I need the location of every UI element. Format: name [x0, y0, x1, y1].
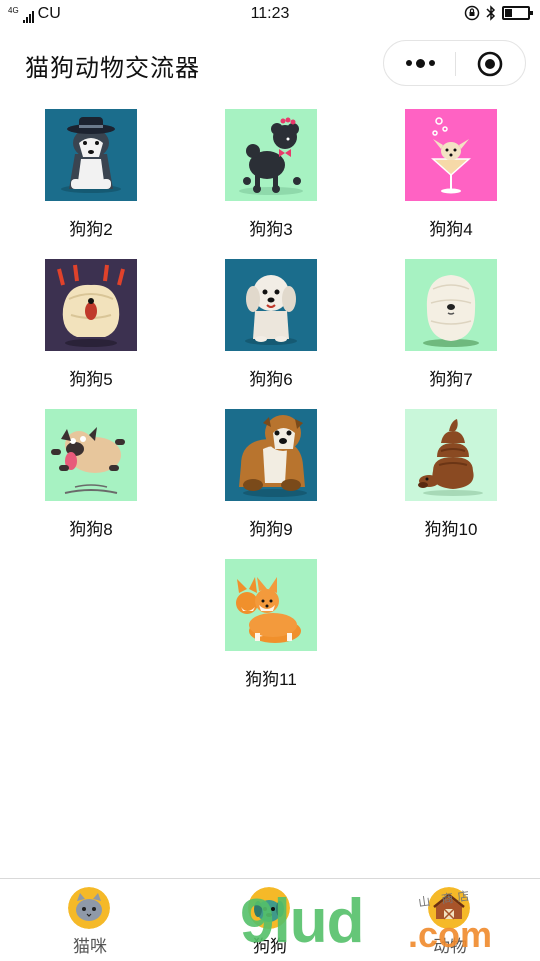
dog-label: 狗狗3: [249, 220, 293, 239]
dog-label: 狗狗7: [429, 370, 473, 389]
tab-bar: 猫咪 狗狗 动物: [0, 878, 540, 961]
battery-icon: [502, 6, 533, 20]
dog-face-icon: [248, 887, 290, 929]
cat-face-icon: [68, 887, 110, 929]
tab-label: 狗狗: [253, 937, 287, 956]
dog-label: 狗狗2: [69, 220, 113, 239]
dog-item-4[interactable]: 狗狗4: [360, 109, 540, 249]
close-miniprogram-button[interactable]: [477, 51, 503, 77]
shaggy-dog-barking-icon: [45, 259, 137, 351]
fluffy-white-dog-icon: [405, 259, 497, 351]
miniprogram-capsule: [383, 40, 526, 86]
more-button[interactable]: [402, 41, 438, 85]
dog-label: 狗狗11: [245, 670, 297, 689]
dog-item-6[interactable]: 狗狗6: [180, 259, 360, 399]
dog-label: 狗狗5: [69, 370, 113, 389]
dachshund-poop-icon: [405, 409, 497, 501]
dog-item-10[interactable]: 狗狗10: [360, 409, 540, 549]
status-right: [464, 5, 533, 21]
dog-item-5[interactable]: 狗狗5: [0, 259, 180, 399]
tab-cats[interactable]: 猫咪: [0, 879, 180, 961]
tab-dogs[interactable]: 狗狗: [180, 879, 360, 961]
status-bar: 4G CU 11:23: [0, 0, 540, 30]
dog-label: 狗狗10: [424, 520, 478, 539]
dog-item-2[interactable]: 狗狗2: [0, 109, 180, 249]
navigation-bar: 猫狗动物交流器: [0, 36, 540, 92]
dog-item-3[interactable]: 狗狗3: [180, 109, 360, 249]
bulldog-icon: [225, 409, 317, 501]
bluetooth-icon: [486, 5, 496, 21]
chihuahua-in-glass-icon: [405, 109, 497, 201]
dog-item-9[interactable]: 狗狗9: [180, 409, 360, 549]
husky-with-hat-icon: [45, 109, 137, 201]
pug-jumping-icon: [45, 409, 137, 501]
status-time: 11:23: [250, 5, 290, 22]
maltese-dog-icon: [225, 259, 317, 351]
dog-item-11[interactable]: 狗狗11: [180, 559, 360, 699]
barn-icon: [428, 887, 470, 929]
dog-label: 狗狗8: [69, 520, 113, 539]
tab-label: 猫咪: [73, 937, 107, 956]
dog-label: 狗狗6: [249, 370, 293, 389]
dog-item-8[interactable]: 狗狗8: [0, 409, 180, 549]
tab-animals[interactable]: 动物: [360, 879, 540, 961]
corgi-pair-icon: [225, 559, 317, 651]
poodle-with-bow-icon: [225, 109, 317, 201]
dog-label: 狗狗4: [429, 220, 473, 239]
capsule-divider: [455, 52, 456, 76]
dog-label: 狗狗9: [249, 520, 293, 539]
page-title: 猫狗动物交流器: [25, 55, 200, 82]
rotation-lock-icon: [464, 5, 480, 21]
tab-label: 动物: [433, 937, 467, 956]
dog-item-7[interactable]: 狗狗7: [360, 259, 540, 399]
